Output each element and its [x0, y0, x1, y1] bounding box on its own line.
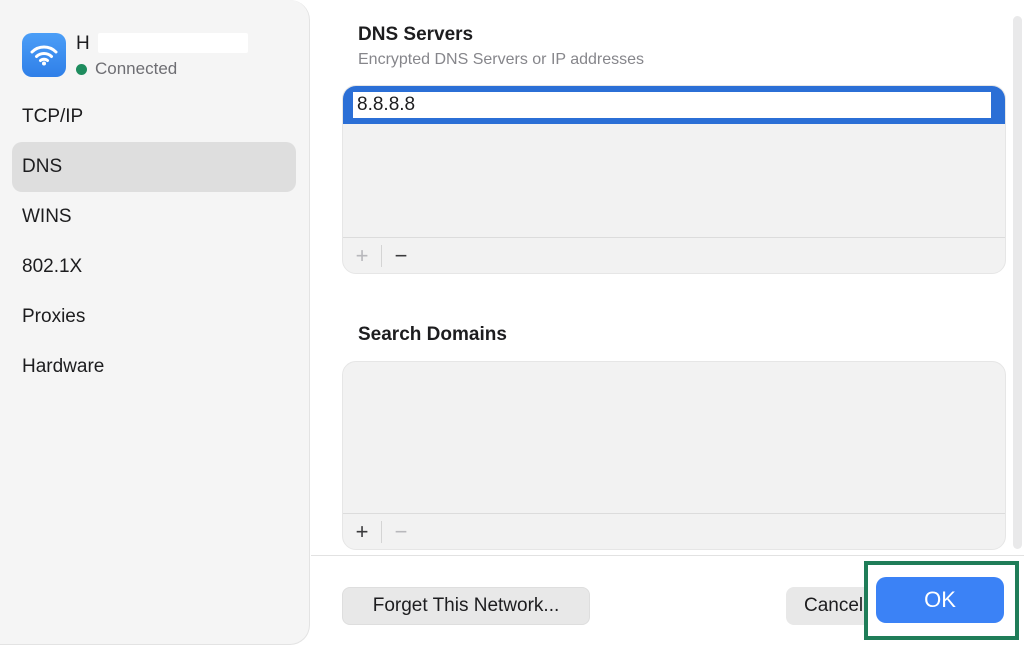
scrollbar[interactable]: [1013, 16, 1022, 549]
add-search-domain-button[interactable]: +: [343, 514, 381, 550]
sidebar-item-label: Proxies: [22, 306, 86, 327]
search-domains-list: + −: [342, 361, 1006, 550]
sidebar-item-wins[interactable]: WINS: [12, 192, 296, 242]
dns-servers-list: + −: [342, 85, 1006, 274]
dns-servers-subtitle: Encrypted DNS Servers or IP addresses: [358, 51, 645, 68]
sidebar: H Connected TCP/IP DNS WINS 802.1X Proxi…: [0, 0, 310, 645]
sidebar-item-8021x[interactable]: 802.1X: [12, 242, 296, 292]
remove-dns-server-button[interactable]: −: [382, 238, 420, 274]
status-dot-icon: [76, 63, 87, 75]
sidebar-item-tcpip[interactable]: TCP/IP: [12, 92, 296, 142]
redaction-mask: [98, 33, 248, 53]
search-domains-toolbar: + −: [343, 513, 1005, 549]
sidebar-item-hardware[interactable]: Hardware: [12, 342, 296, 392]
sidebar-item-label: 802.1X: [22, 256, 83, 277]
dns-server-input[interactable]: [353, 92, 991, 118]
add-dns-server-button[interactable]: +: [343, 238, 381, 274]
sidebar-item-proxies[interactable]: Proxies: [12, 292, 296, 342]
network-header: H Connected: [22, 33, 276, 79]
footer-divider: [311, 555, 1024, 556]
dns-server-row[interactable]: [343, 86, 1005, 124]
sidebar-nav: TCP/IP DNS WINS 802.1X Proxies Hardware: [12, 92, 296, 392]
remove-search-domain-button[interactable]: −: [382, 514, 420, 550]
forget-network-button[interactable]: Forget This Network...: [342, 587, 590, 625]
network-status-label: Connected: [95, 59, 178, 78]
sidebar-item-label: Hardware: [22, 356, 105, 377]
sidebar-item-label: WINS: [22, 206, 72, 227]
search-domains-title: Search Domains: [358, 324, 507, 345]
dns-servers-title: DNS Servers: [358, 24, 474, 45]
wifi-icon: [22, 33, 66, 77]
sidebar-item-label: TCP/IP: [22, 106, 84, 127]
network-status: Connected: [76, 59, 276, 79]
sidebar-item-label: DNS: [22, 156, 63, 177]
dns-list-toolbar: + −: [343, 237, 1005, 273]
sidebar-item-dns[interactable]: DNS: [12, 142, 296, 192]
ok-button[interactable]: OK: [876, 577, 1004, 623]
